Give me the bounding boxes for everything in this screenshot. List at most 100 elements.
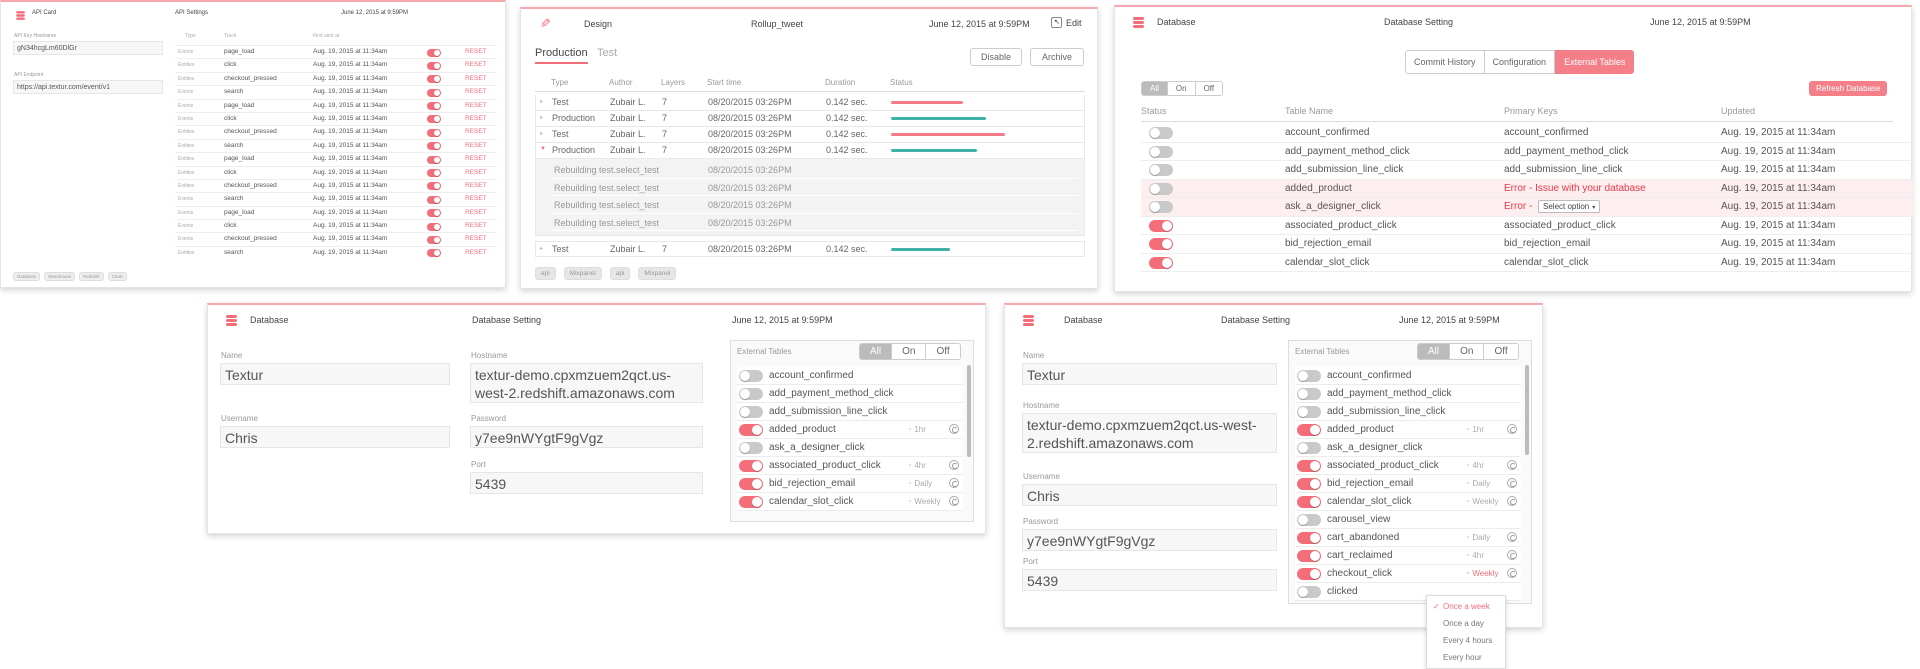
table-toggle[interactable]	[739, 478, 763, 490]
footer-tag[interactable]: Mixpanel	[638, 267, 677, 280]
frequency-select[interactable]: ^ Daily	[1467, 533, 1490, 542]
list-item[interactable]: associated_product_click ^ 4hr	[1295, 457, 1521, 475]
table-toggle[interactable]	[1297, 370, 1321, 382]
refresh-icon[interactable]	[949, 478, 959, 488]
status-toggle[interactable]	[1149, 256, 1173, 269]
frequency-select[interactable]: ^ Weekly	[1467, 497, 1498, 506]
archive-button[interactable]: Archive	[1030, 48, 1085, 66]
port-field[interactable]: 5439	[1022, 569, 1277, 591]
reset-button[interactable]: RESET	[465, 115, 487, 122]
menu-icon[interactable]	[16, 11, 25, 20]
chevron-right-icon[interactable]: ▸	[540, 98, 543, 105]
table-toggle[interactable]	[739, 496, 763, 508]
hostname-field[interactable]: textur-demo.cpxmzuem2qct.us-west-2.redsh…	[1022, 413, 1277, 453]
table-toggle[interactable]	[1297, 532, 1321, 544]
table-row[interactable]: ▸ Test Zubair L. 7 08/20/2015 03:26PM 0.142 s…	[535, 95, 1085, 111]
row-toggle[interactable]	[427, 222, 441, 231]
reset-button[interactable]: RESET	[465, 61, 487, 68]
row-toggle[interactable]	[427, 249, 441, 258]
dropdown-option[interactable]: ✓ Once a week	[1427, 598, 1505, 615]
scrollbar[interactable]	[1525, 365, 1529, 455]
footer-tag[interactable]: Mixpanel	[563, 267, 602, 280]
table-toggle[interactable]	[1297, 406, 1321, 418]
refresh-icon[interactable]	[1507, 460, 1517, 470]
scrollbar[interactable]	[967, 365, 971, 457]
reset-button[interactable]: RESET	[465, 155, 487, 162]
tab-commit-history[interactable]: Commit History	[1405, 50, 1485, 74]
status-toggle[interactable]	[1149, 164, 1173, 176]
frequency-select[interactable]: ^ Daily	[909, 479, 932, 488]
list-item[interactable]: added_product ^ 1hr	[737, 421, 963, 439]
table-row[interactable]: associated_product_click associated_produ…	[1141, 217, 1913, 235]
filter-off[interactable]: Off	[926, 344, 960, 359]
row-toggle[interactable]	[427, 155, 441, 164]
list-item[interactable]: carousel_view	[1295, 511, 1521, 529]
status-toggle[interactable]	[1149, 182, 1173, 195]
reset-button[interactable]: RESET	[465, 195, 487, 202]
table-toggle[interactable]	[739, 406, 763, 418]
reset-button[interactable]: RESET	[465, 222, 487, 229]
list-item[interactable]: ask_a_designer_click	[1295, 439, 1521, 457]
table-row[interactable]: ▸ Test Zubair L. 7 08/20/2015 03:26PM 0.142 s…	[535, 241, 1085, 257]
status-toggle[interactable]	[1149, 238, 1173, 250]
table-row[interactable]: add_submission_line_click add_submission_…	[1141, 161, 1913, 180]
row-toggle[interactable]	[427, 61, 441, 70]
row-toggle[interactable]	[427, 195, 441, 204]
dropdown-option[interactable]: Once a day	[1427, 615, 1505, 632]
list-item[interactable]: account_confirmed	[737, 367, 963, 385]
table-toggle[interactable]	[1297, 568, 1321, 580]
row-toggle[interactable]	[427, 102, 441, 111]
list-item[interactable]: add_payment_method_click	[737, 385, 963, 403]
table-row[interactable]: add_payment_method_click add_payment_meth…	[1141, 143, 1913, 161]
table-row[interactable]: account_confirmed account_confirmed Aug. 1…	[1141, 124, 1913, 143]
reset-button[interactable]: RESET	[465, 209, 487, 216]
status-toggle[interactable]	[1149, 201, 1173, 213]
row-toggle[interactable]	[427, 169, 441, 178]
filter-off[interactable]: Off	[1484, 344, 1518, 359]
table-toggle[interactable]	[1297, 478, 1321, 490]
table-toggle[interactable]	[739, 388, 763, 400]
chevron-down-icon[interactable]: ▼	[540, 146, 546, 152]
refresh-icon[interactable]	[1507, 532, 1517, 542]
table-row[interactable]: bid_rejection_email bid_rejection_email Au…	[1141, 235, 1913, 254]
filter-all[interactable]: All	[1142, 82, 1168, 95]
footer-tag[interactable]: Database	[13, 272, 41, 281]
list-item[interactable]: associated_product_click ^ 4hr	[737, 457, 963, 475]
table-row[interactable]: ▼ Production Zubair L. 7 08/20/2015 03:26PM 0…	[535, 143, 1085, 159]
list-item[interactable]: add_submission_line_click	[1295, 403, 1521, 421]
footer-tag[interactable]: Redshift	[79, 272, 104, 281]
reset-button[interactable]: RESET	[465, 249, 487, 256]
edit-button[interactable]: ↖ Edit	[1051, 17, 1082, 28]
tab-external-tables[interactable]: External Tables	[1555, 50, 1635, 74]
frequency-select[interactable]: ^ Daily	[1467, 479, 1490, 488]
name-field[interactable]: Textur	[1022, 363, 1277, 385]
table-toggle[interactable]	[1297, 586, 1321, 598]
reset-button[interactable]: RESET	[465, 48, 487, 55]
frequency-select[interactable]: ^ 1hr	[909, 425, 926, 434]
reset-button[interactable]: RESET	[465, 235, 487, 242]
hostname-field[interactable]: gN34hcgLm60DlGr	[13, 41, 163, 55]
table-row[interactable]: ▸ Test Zubair L. 7 08/20/2015 03:26PM 0.142 s…	[535, 127, 1085, 143]
filter-on[interactable]: On	[1450, 344, 1485, 359]
table-toggle[interactable]	[1297, 550, 1321, 562]
list-item[interactable]: added_product ^ 1hr	[1295, 421, 1521, 439]
refresh-icon[interactable]	[1507, 496, 1517, 506]
reset-button[interactable]: RESET	[465, 88, 487, 95]
filter-on[interactable]: On	[1167, 82, 1196, 95]
list-item[interactable]: checkout_click ^ Weekly	[1295, 565, 1521, 583]
status-toggle[interactable]	[1149, 127, 1173, 139]
frequency-select[interactable]: ^ Weekly	[1467, 569, 1498, 578]
username-field[interactable]: Chris	[220, 426, 450, 448]
username-field[interactable]: Chris	[1022, 484, 1277, 506]
list-item[interactable]: calendar_slot_click ^ Weekly	[737, 493, 963, 511]
list-item[interactable]: bid_rejection_email ^ Daily	[1295, 475, 1521, 493]
row-toggle[interactable]	[427, 142, 441, 151]
table-toggle[interactable]	[1297, 514, 1321, 526]
table-toggle[interactable]	[1297, 496, 1321, 508]
dropdown-option[interactable]: Every 4 hours	[1427, 632, 1505, 649]
tab-production[interactable]: Production	[535, 47, 588, 64]
row-toggle[interactable]	[427, 128, 441, 137]
list-item[interactable]: add_submission_line_click	[737, 403, 963, 421]
refresh-icon[interactable]	[1507, 478, 1517, 488]
list-item[interactable]: add_payment_method_click	[1295, 385, 1521, 403]
